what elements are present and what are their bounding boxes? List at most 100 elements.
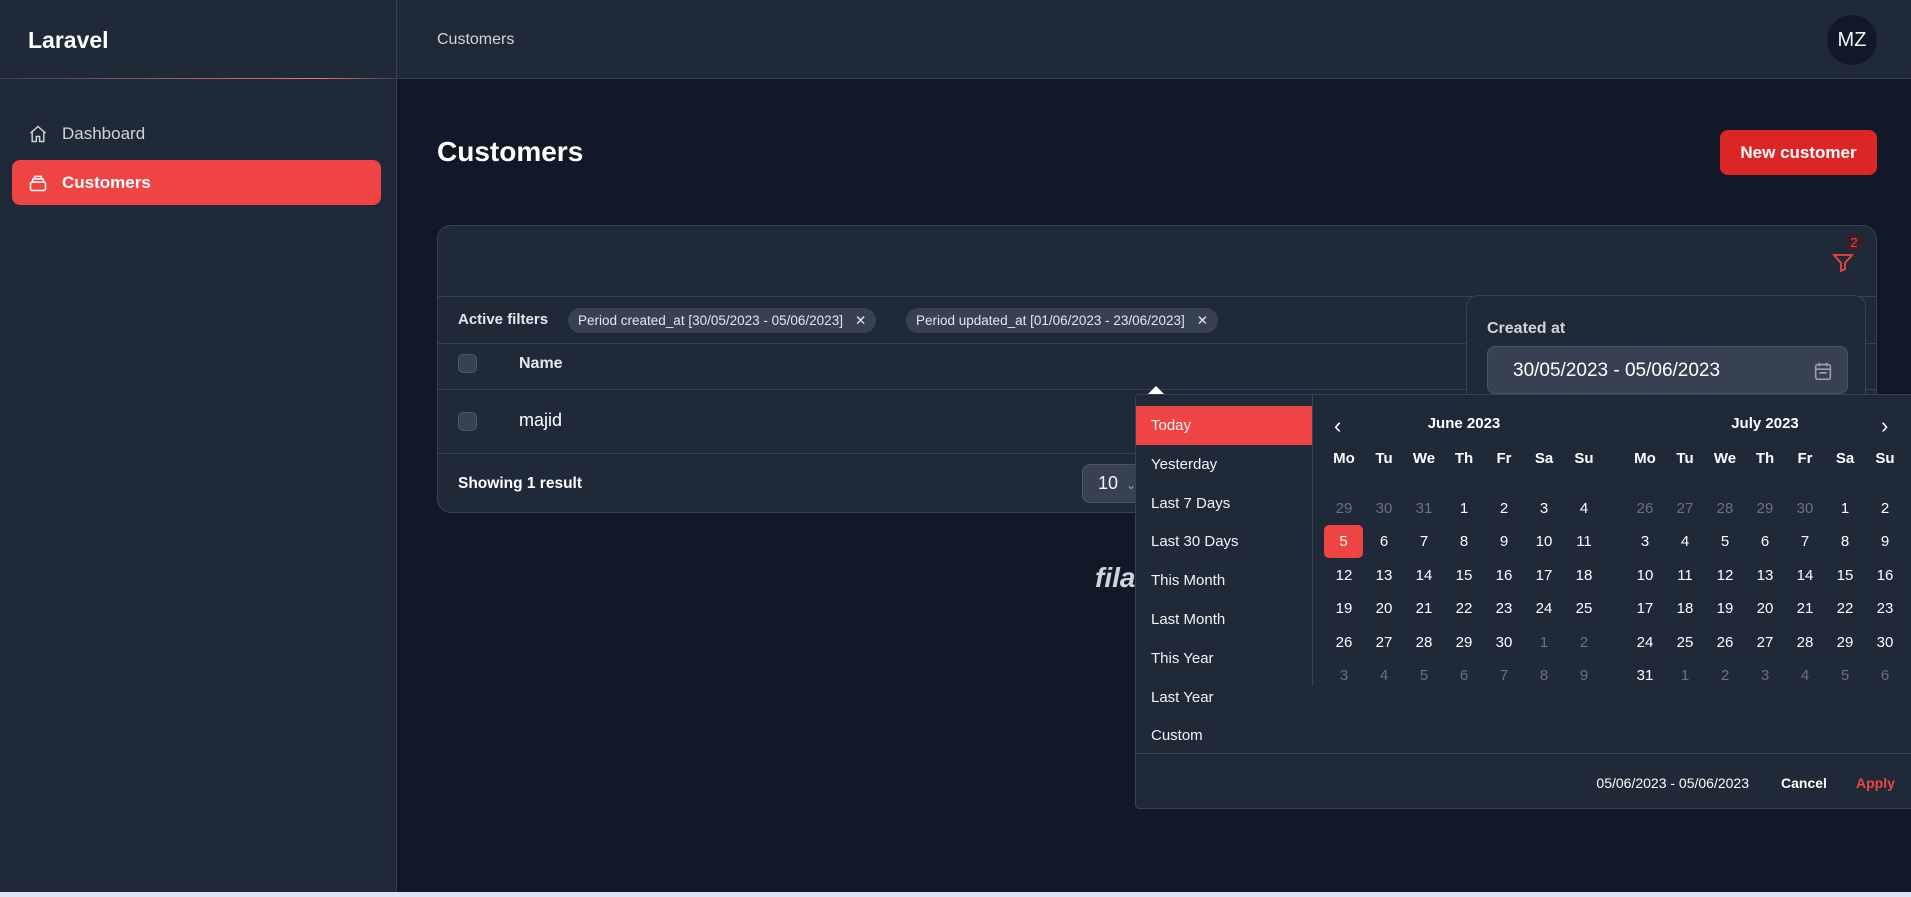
cancel-button[interactable]: Cancel <box>1781 775 1827 791</box>
range-option[interactable]: This Month <box>1136 561 1312 600</box>
calendar-day[interactable]: 21 <box>1785 592 1825 625</box>
calendar-day[interactable]: 31 <box>1404 492 1444 525</box>
sidebar-item-dashboard[interactable]: Dashboard <box>12 111 381 156</box>
calendar-day[interactable]: 21 <box>1404 592 1444 625</box>
calendar-day[interactable]: 7 <box>1404 525 1444 558</box>
calendar-day[interactable]: 6 <box>1444 659 1484 692</box>
calendar-day[interactable]: 12 <box>1324 559 1364 592</box>
new-customer-button[interactable]: New customer <box>1720 130 1877 175</box>
calendar-day[interactable]: 15 <box>1444 559 1484 592</box>
calendar-day[interactable]: 26 <box>1705 626 1745 659</box>
calendar-day[interactable]: 2 <box>1484 492 1524 525</box>
calendar-day[interactable]: 22 <box>1825 592 1865 625</box>
calendar-day[interactable]: 3 <box>1324 659 1364 692</box>
range-option[interactable]: Custom <box>1136 716 1312 755</box>
range-option[interactable]: Last 30 Days <box>1136 522 1312 561</box>
calendar-day[interactable]: 12 <box>1705 559 1745 592</box>
calendar-day[interactable]: 13 <box>1745 559 1785 592</box>
calendar-day[interactable]: 10 <box>1524 525 1564 558</box>
calendar-day[interactable]: 4 <box>1364 659 1404 692</box>
calendar-day[interactable]: 19 <box>1324 592 1364 625</box>
calendar-day[interactable]: 2 <box>1865 492 1905 525</box>
calendar-day[interactable]: 25 <box>1665 626 1705 659</box>
calendar-day[interactable]: 2 <box>1564 626 1604 659</box>
calendar-day[interactable]: 25 <box>1564 592 1604 625</box>
range-option[interactable]: Yesterday <box>1136 445 1312 484</box>
calendar-day[interactable]: 30 <box>1785 492 1825 525</box>
calendar-day[interactable]: 14 <box>1785 559 1825 592</box>
calendar-day[interactable]: 29 <box>1745 492 1785 525</box>
calendar-day[interactable]: 22 <box>1444 592 1484 625</box>
avatar[interactable]: MZ <box>1827 15 1877 65</box>
calendar-day[interactable]: 23 <box>1484 592 1524 625</box>
calendar-day[interactable]: 16 <box>1865 559 1905 592</box>
calendar-day[interactable]: 26 <box>1324 626 1364 659</box>
calendar-day[interactable]: 29 <box>1825 626 1865 659</box>
created-at-input[interactable]: 30/05/2023 - 05/06/2023 <box>1487 346 1848 394</box>
row-checkbox[interactable] <box>458 412 477 431</box>
calendar-day[interactable]: 6 <box>1745 525 1785 558</box>
calendar-day[interactable]: 31 <box>1625 659 1665 692</box>
calendar-day[interactable]: 19 <box>1705 592 1745 625</box>
calendar-day[interactable]: 4 <box>1564 492 1604 525</box>
calendar-day[interactable]: 11 <box>1564 525 1604 558</box>
calendar-day[interactable]: 27 <box>1364 626 1404 659</box>
calendar-day[interactable]: 5 <box>1705 525 1745 558</box>
calendar-day[interactable]: 23 <box>1865 592 1905 625</box>
calendar-day[interactable]: 20 <box>1364 592 1404 625</box>
calendar-day[interactable]: 16 <box>1484 559 1524 592</box>
calendar-day[interactable]: 15 <box>1825 559 1865 592</box>
calendar-day[interactable]: 6 <box>1364 525 1404 558</box>
calendar-day[interactable]: 24 <box>1524 592 1564 625</box>
apply-button[interactable]: Apply <box>1856 775 1895 791</box>
range-option[interactable]: Today <box>1136 406 1312 445</box>
calendar-day[interactable]: 28 <box>1785 626 1825 659</box>
calendar-day[interactable]: 27 <box>1665 492 1705 525</box>
calendar-day[interactable]: 5 <box>1404 659 1444 692</box>
calendar-day[interactable]: 2 <box>1705 659 1745 692</box>
calendar-day[interactable]: 6 <box>1865 659 1905 692</box>
calendar-day[interactable]: 24 <box>1625 626 1665 659</box>
breadcrumb[interactable]: Customers <box>437 31 514 49</box>
calendar-day[interactable]: 1 <box>1444 492 1484 525</box>
calendar-day[interactable]: 11 <box>1665 559 1705 592</box>
calendar-day[interactable]: 3 <box>1625 525 1665 558</box>
calendar-day[interactable]: 29 <box>1324 492 1364 525</box>
calendar-day[interactable]: 3 <box>1745 659 1785 692</box>
calendar-day[interactable]: 1 <box>1825 492 1865 525</box>
sidebar-item-customers[interactable]: Customers <box>12 160 381 205</box>
calendar-day[interactable]: 18 <box>1665 592 1705 625</box>
calendar-day[interactable]: 28 <box>1404 626 1444 659</box>
calendar-day[interactable]: 13 <box>1364 559 1404 592</box>
calendar-day[interactable]: 9 <box>1564 659 1604 692</box>
calendar-day[interactable]: 17 <box>1625 592 1665 625</box>
calendar-day[interactable]: 4 <box>1785 659 1825 692</box>
calendar-day[interactable]: 9 <box>1865 525 1905 558</box>
calendar-day[interactable]: 8 <box>1444 525 1484 558</box>
calendar-day[interactable]: 14 <box>1404 559 1444 592</box>
calendar-day[interactable]: 30 <box>1484 626 1524 659</box>
column-header-name[interactable]: Name <box>519 355 563 373</box>
range-option[interactable]: Last Month <box>1136 600 1312 639</box>
calendar-icon[interactable] <box>1812 360 1834 382</box>
calendar-day[interactable]: 20 <box>1745 592 1785 625</box>
brand-logo[interactable]: Laravel <box>28 27 109 54</box>
filter-button[interactable]: 2 <box>1831 234 1863 279</box>
calendar-day[interactable]: 7 <box>1785 525 1825 558</box>
calendar-day[interactable]: 18 <box>1564 559 1604 592</box>
calendar-day[interactable]: 17 <box>1524 559 1564 592</box>
calendar-day[interactable]: 8 <box>1524 659 1564 692</box>
calendar-day[interactable]: 3 <box>1524 492 1564 525</box>
calendar-day[interactable]: 1 <box>1665 659 1705 692</box>
calendar-day[interactable]: 7 <box>1484 659 1524 692</box>
calendar-day[interactable]: 8 <box>1825 525 1865 558</box>
calendar-day[interactable]: 29 <box>1444 626 1484 659</box>
calendar-day[interactable]: 26 <box>1625 492 1665 525</box>
calendar-day[interactable]: 30 <box>1865 626 1905 659</box>
calendar-day[interactable]: 27 <box>1745 626 1785 659</box>
calendar-day[interactable]: 30 <box>1364 492 1404 525</box>
calendar-day[interactable]: 1 <box>1524 626 1564 659</box>
calendar-day[interactable]: 5 <box>1825 659 1865 692</box>
close-icon[interactable]: ✕ <box>1197 313 1208 329</box>
close-icon[interactable]: ✕ <box>855 313 866 329</box>
